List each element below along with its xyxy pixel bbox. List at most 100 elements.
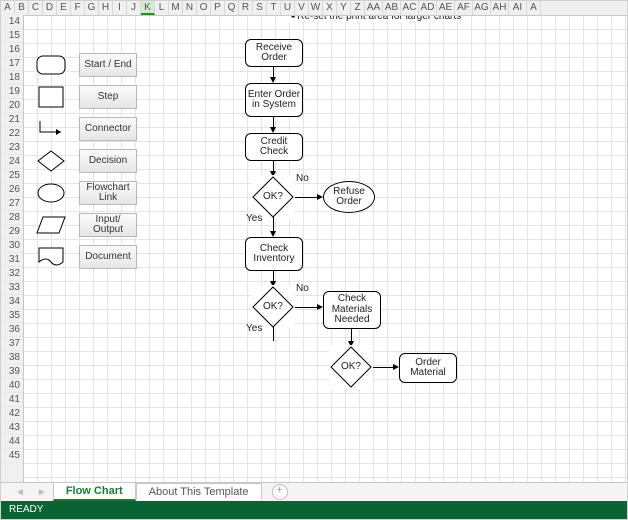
column-header-cell[interactable]: Z [351, 1, 365, 15]
column-header-cell[interactable]: W [309, 1, 323, 15]
column-header-cell[interactable]: G [85, 1, 99, 15]
column-header-cell[interactable]: U [281, 1, 295, 15]
label-no: No [296, 173, 309, 184]
column-header-cell[interactable]: AC [401, 1, 419, 15]
document-icon [35, 245, 67, 269]
worksheet-grid[interactable]: Re-set the print area for larger charts … [23, 15, 627, 483]
node-refuse-order[interactable]: Refuse Order [323, 181, 375, 213]
column-header-cell[interactable]: X [323, 1, 337, 15]
column-header-cell[interactable]: N [183, 1, 197, 15]
row-header-cell[interactable]: 29 [1, 225, 23, 239]
label-yes: Yes [246, 213, 262, 224]
column-header-cell[interactable]: A [1, 1, 15, 15]
node-ok3[interactable]: OK? [329, 345, 373, 389]
column-header-cell[interactable]: AF [455, 1, 473, 15]
column-header-cell[interactable]: AE [437, 1, 455, 15]
legend-button-flowchart-link[interactable]: Flowchart Link [79, 181, 137, 205]
row-header-cell[interactable]: 41 [1, 393, 23, 407]
node-credit-check[interactable]: Credit Check [245, 133, 303, 161]
legend-button-connector[interactable]: Connector [79, 117, 137, 141]
column-header-cell[interactable]: M [169, 1, 183, 15]
column-header-cell[interactable]: B [15, 1, 29, 15]
row-header-cell[interactable]: 35 [1, 309, 23, 323]
legend-row-input-output: Input/ Output [35, 213, 137, 237]
row-header-cell[interactable]: 42 [1, 407, 23, 421]
row-header-cell[interactable]: 17 [1, 57, 23, 71]
new-sheet-button[interactable]: + [272, 484, 288, 500]
tab-nav-prev-icon[interactable]: ◄ [9, 487, 31, 498]
column-header-cell[interactable]: E [57, 1, 71, 15]
row-header-cell[interactable]: 37 [1, 337, 23, 351]
row-header-cell[interactable]: 25 [1, 169, 23, 183]
column-header-cell[interactable]: F [71, 1, 85, 15]
row-header-cell[interactable]: 45 [1, 449, 23, 463]
legend-button-document[interactable]: Document [79, 245, 137, 269]
column-header-cell[interactable]: O [197, 1, 211, 15]
legend-button-step[interactable]: Step [79, 85, 137, 109]
column-header-cell[interactable]: D [43, 1, 57, 15]
column-header-cell[interactable]: Q [225, 1, 239, 15]
row-header-cell[interactable]: 39 [1, 365, 23, 379]
row-header-cell[interactable]: 22 [1, 127, 23, 141]
column-header-cell[interactable]: A [527, 1, 541, 15]
node-order-material[interactable]: Order Material [399, 353, 457, 383]
column-header-cell[interactable]: H [99, 1, 113, 15]
column-header-cell[interactable]: V [295, 1, 309, 15]
column-header-cell[interactable]: L [155, 1, 169, 15]
row-header-cell[interactable]: 44 [1, 435, 23, 449]
row-header-cell[interactable]: 23 [1, 141, 23, 155]
column-header-cell[interactable]: AB [383, 1, 401, 15]
column-header-cell[interactable]: AH [491, 1, 509, 15]
row-header-cell[interactable]: 27 [1, 197, 23, 211]
row-header-cell[interactable]: 28 [1, 211, 23, 225]
column-headers[interactable]: ABCDEFGHIJKLMNOPQRSTUVWXYZAAABACADAEAFAG… [1, 1, 628, 16]
tab-about[interactable]: About This Template [136, 483, 262, 500]
legend-button-input-output[interactable]: Input/ Output [79, 213, 137, 237]
column-header-cell[interactable]: I [113, 1, 127, 15]
tab-nav-next-icon[interactable]: ► [31, 487, 53, 498]
column-header-cell[interactable]: AI [509, 1, 527, 15]
row-header-cell[interactable]: 20 [1, 99, 23, 113]
column-header-cell[interactable]: P [211, 1, 225, 15]
column-header-cell[interactable]: C [29, 1, 43, 15]
row-header-cell[interactable]: 33 [1, 281, 23, 295]
row-header-cell[interactable]: 32 [1, 267, 23, 281]
legend-button-decision[interactable]: Decision [79, 149, 137, 173]
arrow [273, 117, 274, 127]
node-label: Credit Check [246, 137, 302, 158]
row-header-cell[interactable]: 40 [1, 379, 23, 393]
legend-row-step: Step [35, 85, 137, 109]
row-headers[interactable]: 1415161718192021222324252627282930313233… [1, 15, 24, 483]
column-header-cell[interactable]: J [127, 1, 141, 15]
node-enter-order[interactable]: Enter Order in System [245, 83, 303, 117]
row-header-cell[interactable]: 30 [1, 239, 23, 253]
row-header-cell[interactable]: 26 [1, 183, 23, 197]
row-header-cell[interactable]: 19 [1, 85, 23, 99]
row-header-cell[interactable]: 31 [1, 253, 23, 267]
row-header-cell[interactable]: 14 [1, 15, 23, 29]
row-header-cell[interactable]: 43 [1, 421, 23, 435]
column-header-cell[interactable]: R [239, 1, 253, 15]
row-header-cell[interactable]: 24 [1, 155, 23, 169]
row-header-cell[interactable]: 18 [1, 71, 23, 85]
column-header-cell[interactable]: T [267, 1, 281, 15]
row-header-cell[interactable]: 36 [1, 323, 23, 337]
column-header-cell[interactable]: Y [337, 1, 351, 15]
node-check-materials[interactable]: Check Materials Needed [323, 291, 381, 329]
node-receive-order[interactable]: Receive Order [245, 39, 303, 67]
column-header-cell[interactable]: AD [419, 1, 437, 15]
arrow [273, 161, 274, 171]
tab-flow-chart[interactable]: Flow Chart [53, 482, 136, 501]
row-header-cell[interactable]: 38 [1, 351, 23, 365]
node-check-inventory[interactable]: Check Inventory [245, 237, 303, 271]
row-header-cell[interactable]: 21 [1, 113, 23, 127]
column-header-cell[interactable]: S [253, 1, 267, 15]
legend-row-decision: Decision [35, 149, 137, 173]
legend-button-start-end[interactable]: Start / End [79, 53, 137, 77]
column-header-cell[interactable]: AA [365, 1, 383, 15]
row-header-cell[interactable]: 15 [1, 29, 23, 43]
row-header-cell[interactable]: 34 [1, 295, 23, 309]
column-header-cell[interactable]: AG [473, 1, 491, 15]
row-header-cell[interactable]: 16 [1, 43, 23, 57]
column-header-cell[interactable]: K [141, 1, 155, 15]
